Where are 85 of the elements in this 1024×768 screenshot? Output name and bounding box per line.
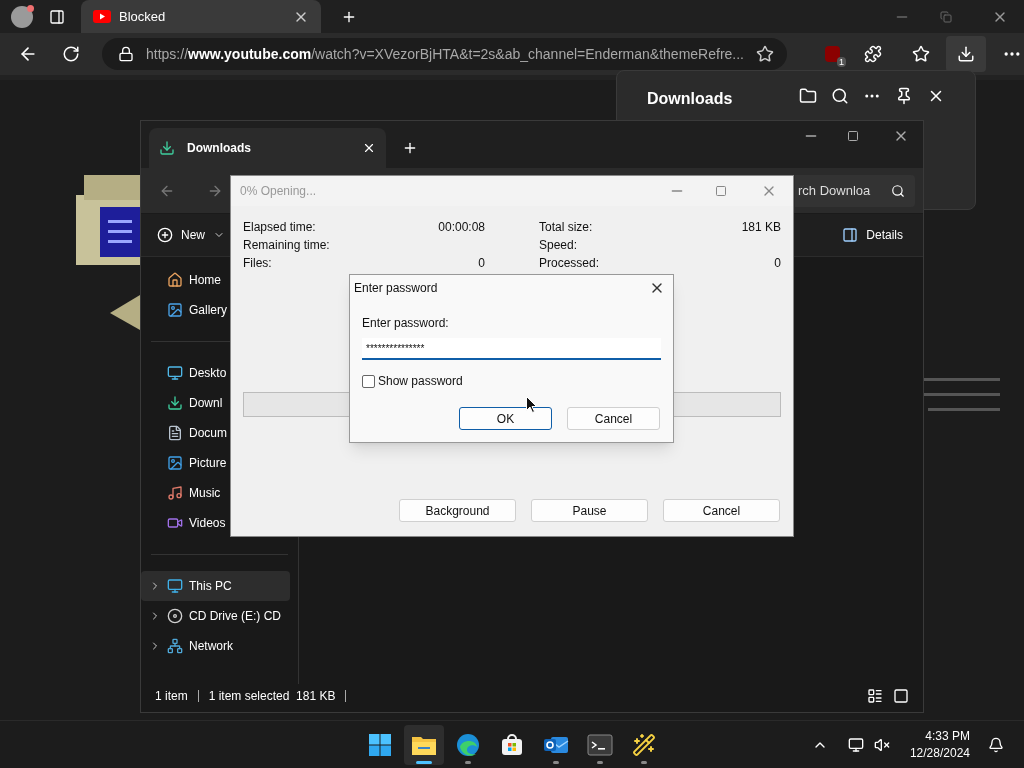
details-view-icon[interactable] — [867, 688, 883, 704]
password-field[interactable]: *************** — [362, 338, 661, 360]
address-bar[interactable]: https://www.youtube.com/watch?v=XVezorBjHTA&t=2s&ab_channel=Enderman&themeRefre... — [102, 38, 787, 70]
flyout-title: Downloads — [647, 89, 734, 109]
image-icon — [167, 455, 183, 471]
document-icon — [167, 425, 183, 441]
show-password-checkbox[interactable] — [362, 374, 375, 388]
nav-item[interactable]: Network — [141, 631, 290, 661]
plus-circle-icon — [157, 227, 173, 243]
windows-logo-icon — [368, 732, 392, 757]
refresh-icon[interactable] — [62, 45, 80, 63]
mouse-pointer-icon — [526, 396, 536, 413]
dialog-title: Enter password — [354, 280, 439, 297]
taskbar-app[interactable] — [404, 724, 444, 765]
profile-avatar[interactable] — [11, 5, 33, 28]
dialog-button[interactable]: OK — [459, 407, 552, 430]
monitor-icon — [167, 578, 183, 594]
image-icon — [167, 302, 183, 318]
dialog-button[interactable]: Pause — [531, 499, 648, 522]
video-play-icon — [93, 10, 111, 23]
status-selection: 1 item selected 181 KB — [208, 688, 336, 705]
nav-item[interactable]: Deskto — [141, 358, 290, 388]
stat-label: Speed: — [539, 237, 578, 254]
terminal-icon — [587, 733, 613, 756]
download-icon — [167, 395, 183, 411]
swirl-icon — [456, 732, 480, 757]
magic-wand-icon — [632, 732, 656, 757]
lock-icon — [118, 46, 134, 62]
nav-item[interactable]: Videos — [141, 508, 290, 538]
dialog-title: 0% Opening... — [240, 183, 318, 200]
details-pane-icon — [842, 227, 859, 243]
details-button[interactable]: Details — [842, 226, 903, 244]
nav-item[interactable]: Downl — [141, 388, 290, 418]
stat-label: Processed: — [539, 255, 600, 272]
new-button[interactable]: New — [157, 226, 225, 244]
maximize-icon[interactable] — [715, 185, 727, 197]
extension-badge: 1 — [837, 57, 846, 67]
field-label: Enter password: — [362, 315, 450, 332]
new-tab-icon[interactable] — [402, 140, 418, 156]
status-item-count: 1 item — [155, 688, 188, 705]
stat-label: Files: — [243, 255, 272, 272]
folder-icon[interactable] — [799, 87, 817, 105]
download-icon — [159, 140, 175, 156]
downloads-button[interactable] — [946, 36, 986, 72]
tiles-view-icon[interactable] — [893, 688, 909, 704]
stat-value: 0 — [478, 255, 485, 272]
close-icon[interactable] — [362, 141, 376, 155]
dialog-button[interactable]: Background — [399, 499, 516, 522]
shopping-bag-icon — [500, 732, 524, 757]
nav-item[interactable]: This PC — [141, 571, 290, 601]
monitor-icon — [167, 365, 183, 381]
nav-item[interactable]: Picture — [141, 448, 290, 478]
pin-icon[interactable] — [895, 87, 913, 105]
search-icon — [891, 183, 905, 198]
notification-bell-icon[interactable] — [988, 736, 1004, 753]
home-icon — [167, 272, 183, 288]
maximize-icon[interactable] — [847, 130, 859, 142]
stat-value: 0 — [774, 255, 781, 272]
nav-item[interactable]: Music — [141, 478, 290, 508]
tab-actions-icon[interactable] — [49, 8, 65, 25]
stat-label: Remaining time: — [243, 237, 330, 254]
stat-label: Elapsed time: — [243, 219, 316, 236]
stat-value: 181 KB — [741, 219, 781, 236]
search-icon[interactable] — [831, 87, 849, 105]
nav-item[interactable]: CD Drive (E:) CD — [141, 601, 290, 631]
nav-item[interactable]: Docum — [141, 418, 290, 448]
download-icon — [957, 45, 975, 63]
dialog-button[interactable]: Cancel — [663, 499, 780, 522]
disc-icon — [167, 608, 183, 624]
favorite-star-icon[interactable] — [756, 45, 774, 63]
favorites-list-icon[interactable] — [912, 45, 930, 63]
explorer-tab[interactable]: Downloads — [149, 128, 386, 168]
dialog-button[interactable]: Cancel — [567, 407, 660, 430]
url-text: https://www.youtube.com/watch?v=XVezorBjHTA&t=2s&ab_channel=Enderman&themeRefre... — [146, 44, 744, 64]
checkbox-label: Show password — [378, 373, 463, 390]
search-field[interactable]: rch Downloa — [795, 174, 915, 207]
music-icon — [167, 485, 183, 501]
stat-value: 00:00:08 — [438, 219, 485, 236]
clock[interactable]: 4:33 PM 12/28/2024 — [909, 727, 970, 762]
browser-tab[interactable]: Blocked — [81, 0, 321, 33]
stat-label: Total size: — [539, 219, 593, 236]
extensions-icon[interactable] — [864, 45, 882, 63]
video-icon — [167, 515, 183, 531]
nav-item[interactable]: Gallery — [141, 295, 290, 325]
speaker-muted-icon[interactable] — [873, 736, 890, 753]
